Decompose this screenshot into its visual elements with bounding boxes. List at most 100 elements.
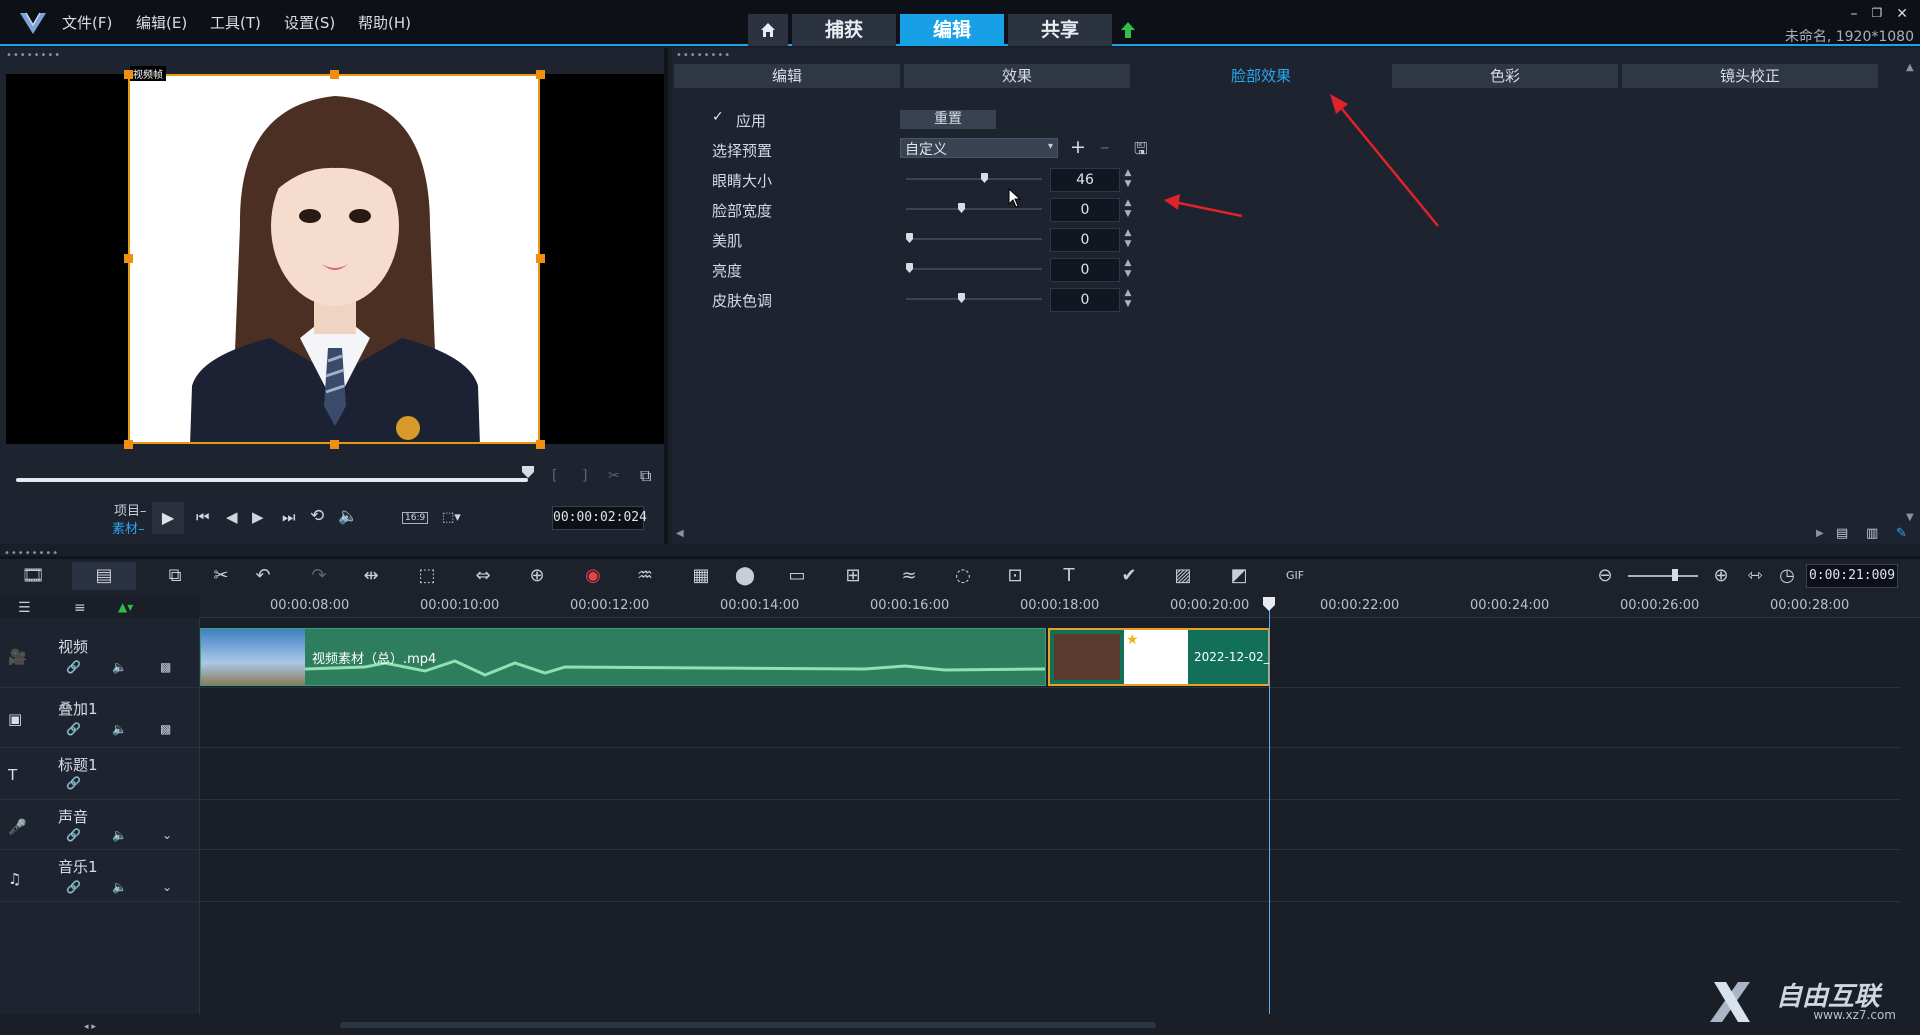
preview-timecode[interactable]: 00:00:02:024 <box>552 506 647 530</box>
track-motion-icon[interactable]: ⊡ <box>1000 562 1030 590</box>
remove-preset-icon[interactable]: – <box>1100 136 1110 158</box>
brightness-spinner[interactable]: ▲ ▼ <box>1122 258 1134 282</box>
record-icon[interactable]: ◉ <box>578 562 608 590</box>
mark-out-icon[interactable]: ] <box>582 468 587 484</box>
menu-help[interactable]: 帮助(H) <box>358 12 411 33</box>
zoom-slider[interactable] <box>1628 575 1698 577</box>
add-track-icon[interactable]: ≡ <box>74 600 86 616</box>
panel-grip[interactable]: •••••••• <box>4 548 59 559</box>
mute-icon[interactable]: 🔈 <box>112 880 127 894</box>
clip-mode-label[interactable]: 素材– <box>112 518 145 537</box>
rotate-icon[interactable]: ◌ <box>948 562 978 590</box>
save-preset-icon[interactable]: 🖫 <box>1134 138 1148 165</box>
prev-frame-icon[interactable]: ◀ <box>226 508 238 526</box>
track-manager-icon[interactable]: ☰ <box>18 600 31 616</box>
face-width-spinner[interactable]: ▲ ▼ <box>1122 198 1134 222</box>
eye-size-slider[interactable] <box>906 178 1042 180</box>
layout-split-icon[interactable]: ▥ <box>1866 526 1878 541</box>
layout-icon[interactable]: ▤ <box>1836 526 1848 541</box>
mosaic-icon[interactable]: ▩ <box>160 722 171 736</box>
scroll-right-icon[interactable]: ▶ <box>1816 528 1824 539</box>
preview-photo[interactable] <box>128 74 540 444</box>
link-icon[interactable]: 🔗 <box>66 828 81 842</box>
skin-tone-input[interactable]: 0 <box>1050 288 1120 312</box>
motion-icon[interactable]: ≈ <box>894 562 924 590</box>
next-frame-icon[interactable]: ▶ <box>252 508 264 526</box>
tab-lens-correction[interactable]: 镜头校正 <box>1622 64 1878 88</box>
link-icon[interactable]: 🔗 <box>66 776 81 790</box>
expand-icon[interactable]: ⌄ <box>162 828 172 842</box>
panel-grip[interactable]: •••••••• <box>676 50 731 61</box>
horizontal-scrollbar[interactable] <box>340 1022 1156 1028</box>
mask-icon[interactable]: ✔ <box>1114 562 1144 590</box>
project-mode-label[interactable]: 项目– <box>114 500 147 519</box>
timeline-view-icon[interactable]: ▤ <box>72 562 136 590</box>
minimize-icon[interactable]: – <box>1851 6 1858 22</box>
fit-project-icon[interactable]: ⇿ <box>1740 562 1770 590</box>
skin-tone-slider[interactable] <box>906 298 1042 300</box>
zoom-in-icon[interactable]: ⊕ <box>1706 562 1736 590</box>
link-icon[interactable]: 🔗 <box>66 660 81 674</box>
crop-icon[interactable]: ⬚ <box>412 562 442 590</box>
tools-icon[interactable]: ✂ <box>206 562 236 590</box>
audio-icon[interactable]: ♒ <box>630 562 660 590</box>
playhead-line[interactable] <box>1269 598 1270 1014</box>
zoom-out-icon[interactable]: ⊖ <box>1590 562 1620 590</box>
tab-face-effect[interactable]: 脸部效果 <box>1134 64 1388 88</box>
fit-width-icon[interactable]: ⇹ <box>356 562 386 590</box>
color-icon[interactable]: ⬤ <box>730 562 760 590</box>
speed-icon[interactable]: ◩ <box>1224 562 1254 590</box>
mute-icon[interactable]: 🔈 <box>112 828 127 842</box>
scissors-icon[interactable]: ✂ <box>608 468 620 484</box>
trim-icon[interactable]: ⊕ <box>522 562 552 590</box>
play-button[interactable]: ▶ <box>152 502 184 534</box>
storyboard-view-icon[interactable]: 🎞 <box>18 562 48 590</box>
skin-smooth-input[interactable]: 0 <box>1050 228 1120 252</box>
resize-handle[interactable] <box>536 440 545 449</box>
preview-scrubber[interactable] <box>16 478 528 482</box>
tab-edit[interactable]: 编辑 <box>900 14 1004 46</box>
zoom-thumb[interactable] <box>1672 569 1678 581</box>
go-start-icon[interactable]: ⏮ <box>196 508 210 526</box>
link-icon[interactable]: 🔗 <box>66 722 81 736</box>
playhead-handle[interactable] <box>1263 596 1275 611</box>
tab-capture[interactable]: 捕获 <box>792 14 896 46</box>
scroll-nav-icon[interactable]: ◂ ▸ <box>84 1022 96 1032</box>
tab-color[interactable]: 色彩 <box>1392 64 1618 88</box>
restore-icon[interactable]: ❐ <box>1872 6 1883 22</box>
gif-icon[interactable]: GIF <box>1280 562 1310 590</box>
brightness-slider[interactable] <box>906 268 1042 270</box>
mute-icon[interactable]: 🔈 <box>112 660 127 674</box>
scrubber-head[interactable] <box>521 464 535 478</box>
link-icon[interactable]: 🔗 <box>66 880 81 894</box>
pan-zoom-icon[interactable]: ▨ <box>1168 562 1198 590</box>
enlarge-preview-icon[interactable]: ⧉ <box>640 466 651 486</box>
panel-grip[interactable]: •••••••• <box>6 50 61 61</box>
resize-handle[interactable] <box>330 70 339 79</box>
close-icon[interactable]: ✕ <box>1896 6 1908 22</box>
menu-file[interactable]: 文件(F) <box>62 12 112 33</box>
volume-icon[interactable]: 🔈 <box>338 506 358 525</box>
aspect-ratio-button[interactable]: 16:9 <box>402 512 429 524</box>
timeline-timecode[interactable]: 0:00:21:009 <box>1806 564 1898 588</box>
tab-effect[interactable]: 效果 <box>904 64 1130 88</box>
grid-icon[interactable]: ⊞ <box>838 562 868 590</box>
skin-tone-spinner[interactable]: ▲ ▼ <box>1122 288 1134 312</box>
skin-smooth-spinner[interactable]: ▲ ▼ <box>1122 228 1134 252</box>
home-button[interactable] <box>748 14 788 46</box>
title-icon[interactable]: ▭ <box>782 562 812 590</box>
resize-handle[interactable] <box>330 440 339 449</box>
resize-handle[interactable] <box>124 254 133 263</box>
go-end-icon[interactable]: ⏭ <box>282 508 296 526</box>
face-width-input[interactable]: 0 <box>1050 198 1120 222</box>
add-preset-icon[interactable]: + <box>1070 136 1086 158</box>
undo-icon[interactable]: ↶ <box>248 562 278 590</box>
ripple-icon[interactable]: ▲▾ <box>118 600 133 614</box>
eye-size-input[interactable]: 46 <box>1050 168 1120 192</box>
resize-handle[interactable] <box>536 254 545 263</box>
3d-title-icon[interactable]: T <box>1054 562 1084 590</box>
edit-layout-icon[interactable]: ✎ <box>1896 526 1907 541</box>
preset-select[interactable]: 自定义 ▾ <box>900 138 1058 158</box>
reset-button[interactable]: 重置 <box>900 110 996 129</box>
split-icon[interactable]: ⇔ <box>468 562 498 590</box>
